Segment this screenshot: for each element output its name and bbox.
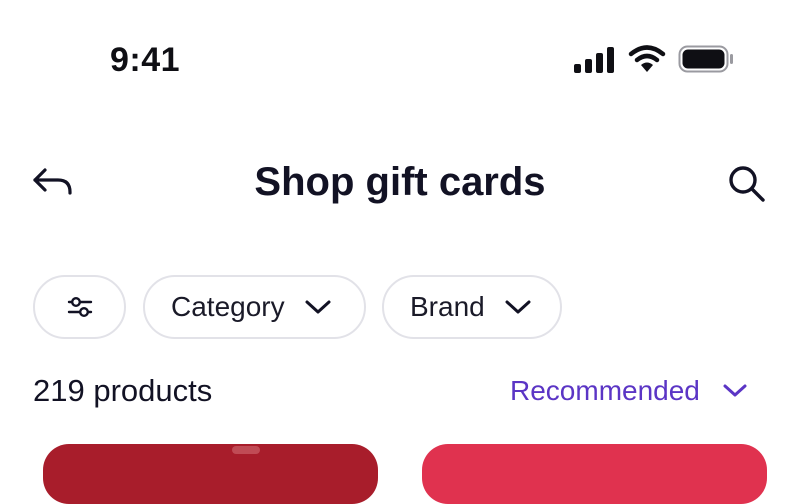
signal-icon (574, 47, 616, 73)
brand-filter-chip[interactable]: Brand (382, 275, 562, 339)
chevron-down-icon (723, 384, 747, 397)
sliders-icon (67, 296, 92, 317)
chevron-down-icon (305, 300, 331, 314)
wifi-icon (628, 45, 666, 72)
status-time: 9:41 (110, 41, 181, 79)
category-filter-chip[interactable]: Category (143, 275, 366, 339)
battery-icon (678, 45, 733, 73)
category-chip-label: Category (171, 291, 285, 322)
card-logo-fragment (232, 446, 260, 454)
page-title: Shop gift cards (254, 160, 546, 204)
sort-dropdown[interactable]: Recommended (510, 372, 748, 410)
brand-chip-label: Brand (410, 291, 485, 322)
gift-card-tile[interactable] (43, 444, 378, 504)
product-count: 219 products (33, 373, 213, 408)
sort-label: Recommended (510, 375, 700, 406)
search-icon[interactable] (724, 160, 770, 206)
gift-card-tile[interactable] (422, 444, 767, 504)
filter-button[interactable] (33, 275, 126, 339)
chevron-down-icon (505, 300, 531, 314)
